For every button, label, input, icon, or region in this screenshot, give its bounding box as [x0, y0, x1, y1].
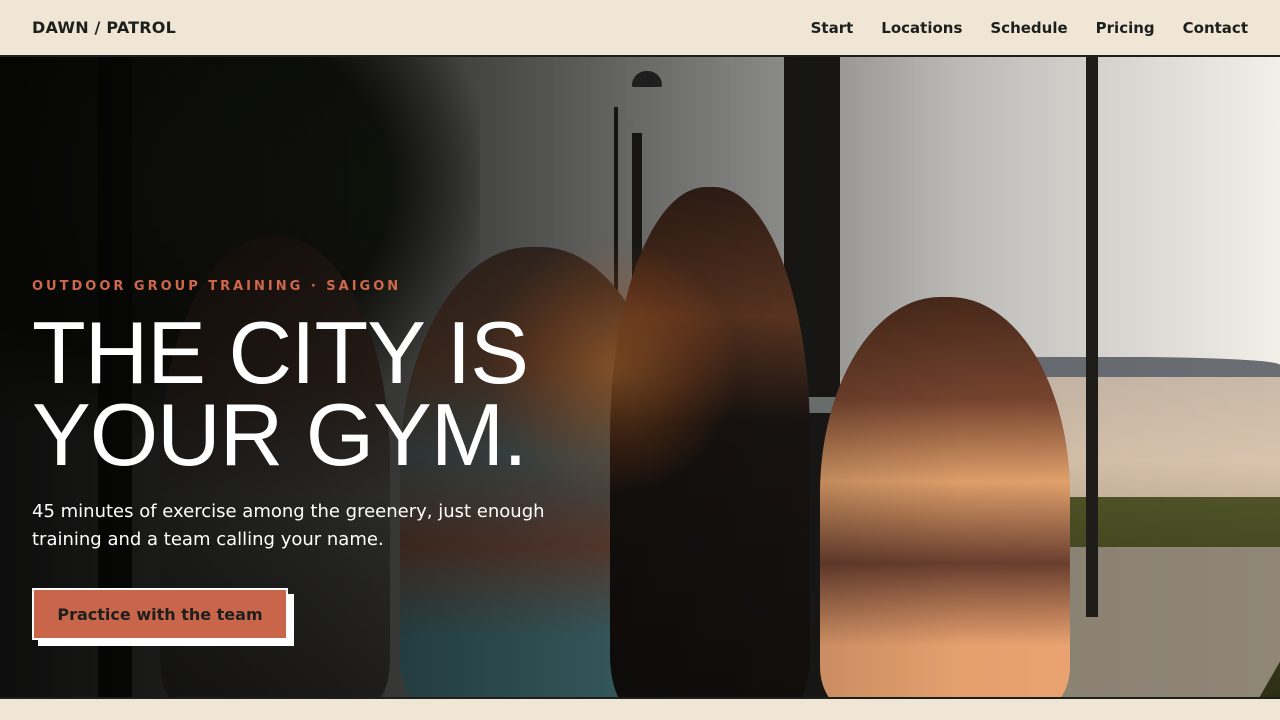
headline-line-2: YOUR GYM.: [32, 385, 528, 484]
hero-headline: THE CITY IS YOUR GYM.: [32, 309, 652, 479]
hero-eyebrow: OUTDOOR GROUP TRAINING · SAIGON: [32, 279, 402, 294]
practice-with-team-button[interactable]: Practice with the team: [32, 588, 288, 640]
site-header: DAWN / PATROL Start Locations Schedule P…: [0, 0, 1280, 57]
hero-section: OUTDOOR GROUP TRAINING · SAIGON THE CITY…: [0, 57, 1280, 699]
main-nav: Start Locations Schedule Pricing Contact: [811, 19, 1248, 37]
nav-link-locations[interactable]: Locations: [881, 19, 962, 37]
nav-link-schedule[interactable]: Schedule: [990, 19, 1067, 37]
cta-container: Practice with the team: [32, 588, 294, 646]
nav-link-start[interactable]: Start: [811, 19, 854, 37]
nav-link-contact[interactable]: Contact: [1183, 19, 1248, 37]
hero-subtext: 45 minutes of exercise among the greener…: [32, 501, 545, 550]
hero-content: OUTDOOR GROUP TRAINING · SAIGON THE CITY…: [32, 279, 652, 646]
brand-logo[interactable]: DAWN / PATROL: [32, 18, 176, 37]
nav-link-pricing[interactable]: Pricing: [1096, 19, 1155, 37]
